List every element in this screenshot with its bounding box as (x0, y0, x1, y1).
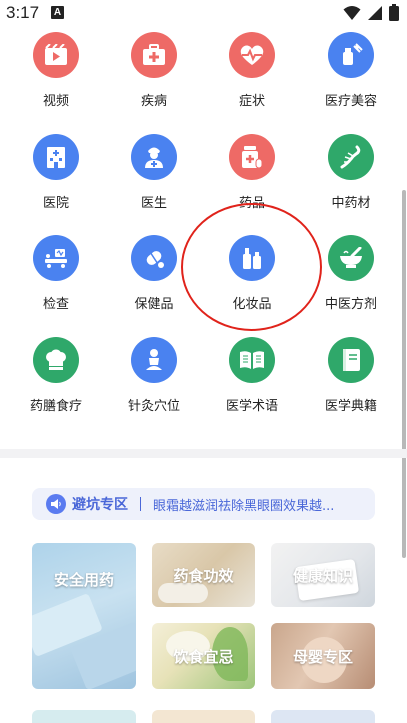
video-icon (45, 44, 67, 65)
grid-label: 医院 (42, 196, 69, 211)
card-label: 安全用药 (53, 571, 114, 589)
wifi-icon (343, 5, 361, 20)
notice-text[interactable]: 眼霜越滋润祛除黑眼圈效果越... (153, 495, 343, 514)
notice-title: 避坑专区 (72, 497, 128, 513)
acupuncture-icon (146, 349, 162, 370)
medical-kit-icon (143, 44, 165, 65)
card-label: 健康知识 (292, 566, 353, 585)
open-book-icon-circle (229, 337, 275, 383)
medical-kit-icon-circle (131, 32, 177, 78)
grid-label: 药膳食疗 (29, 399, 82, 414)
mortar-icon (340, 247, 362, 268)
grid-item-doctor[interactable]: 医生 (109, 134, 199, 211)
grid-label: 视频 (42, 94, 69, 109)
grid-item-medical-terms[interactable]: 医学术语 (207, 337, 297, 414)
grid-item-acupuncture[interactable]: 针灸穴位 (109, 337, 199, 414)
herb-root-icon-circle (328, 134, 374, 180)
card-label: 药食功效 (173, 566, 234, 585)
speaker-icon (46, 494, 66, 514)
open-book-icon (240, 351, 264, 369)
beauty-bottle-icon (343, 43, 363, 65)
grid-label: 针灸穴位 (127, 399, 180, 414)
closed-book-icon-circle (328, 337, 374, 383)
acupuncture-icon-circle (131, 337, 177, 383)
grid-label: 症状 (238, 94, 265, 109)
video-icon-circle (33, 32, 79, 78)
grid-label: 医疗美容 (324, 94, 377, 109)
grid-item-medical-classics[interactable]: 医学典籍 (306, 337, 396, 414)
card-partial[interactable] (271, 710, 375, 723)
grid-label: 医学典籍 (324, 399, 377, 414)
closed-book-icon (343, 349, 360, 371)
grid-item-hospital[interactable]: 医院 (11, 134, 101, 211)
chef-hat-icon (46, 349, 66, 370)
grid-label: 医学术语 (225, 399, 278, 414)
grid-item-examination[interactable]: 检查 (11, 235, 101, 312)
hospital-icon-circle (33, 134, 79, 180)
card-label: 母婴专区 (292, 647, 353, 666)
card-partial[interactable] (152, 710, 255, 723)
exam-bed-icon (45, 249, 67, 268)
card-health-knowledge[interactable]: 健康知识 (271, 543, 375, 607)
battery-icon (389, 4, 399, 21)
grid-label: 中医方剂 (324, 297, 377, 312)
capsule-icon-circle (131, 235, 177, 281)
grid-item-medicine[interactable]: 药品 (207, 134, 297, 211)
status-bar: 3:17 A (0, 0, 407, 26)
bowl-decoration (158, 583, 208, 603)
status-time: 3:17 (6, 3, 40, 22)
heart-pulse-icon (240, 45, 264, 65)
grid-item-video[interactable]: 视频 (11, 32, 101, 109)
grid-label: 疾病 (140, 94, 167, 109)
exam-bed-icon-circle (33, 235, 79, 281)
doctor-icon-circle (131, 134, 177, 180)
medicine-bottle-icon-circle (229, 134, 275, 180)
grid-label: 医生 (140, 196, 167, 211)
notice-bar[interactable]: 避坑专区 眼霜越滋润祛除黑眼圈效果越... (32, 488, 375, 520)
status-icons (343, 4, 399, 21)
card-partial[interactable] (32, 710, 136, 723)
grid-label: 检查 (42, 297, 69, 312)
beauty-bottle-icon-circle (328, 32, 374, 78)
hospital-icon (47, 147, 65, 168)
medicine-bottle-icon (242, 146, 263, 169)
chef-hat-icon-circle (33, 337, 79, 383)
signal-icon (368, 5, 382, 20)
section-divider (0, 449, 407, 458)
grid-item-diet-therapy[interactable]: 药膳食疗 (11, 337, 101, 414)
grid-item-medical-beauty[interactable]: 医疗美容 (306, 32, 396, 109)
mortar-icon-circle (328, 235, 374, 281)
scrollbar[interactable] (402, 190, 406, 558)
grid-item-symptom[interactable]: 症状 (207, 32, 297, 109)
herb-root-icon (340, 145, 361, 169)
grid-label: 保健品 (134, 297, 174, 312)
grid-label: 中药材 (331, 196, 371, 211)
heart-pulse-icon-circle (229, 32, 275, 78)
highlight-circle (181, 203, 322, 331)
card-maternal-infant[interactable]: 母婴专区 (271, 623, 375, 689)
grid-item-herbs[interactable]: 中药材 (306, 134, 396, 211)
card-safe-medication[interactable]: 安全用药 (32, 543, 136, 689)
card-label: 饮食宜忌 (173, 647, 234, 666)
notice-separator (140, 497, 141, 511)
capsule-icon (146, 251, 164, 268)
grid-item-disease[interactable]: 疾病 (109, 32, 199, 109)
doctor-icon (145, 147, 163, 168)
card-food-efficacy[interactable]: 药食功效 (152, 543, 255, 607)
notification-a-icon: A (51, 6, 64, 19)
card-diet-guidance[interactable]: 饮食宜忌 (152, 623, 255, 689)
